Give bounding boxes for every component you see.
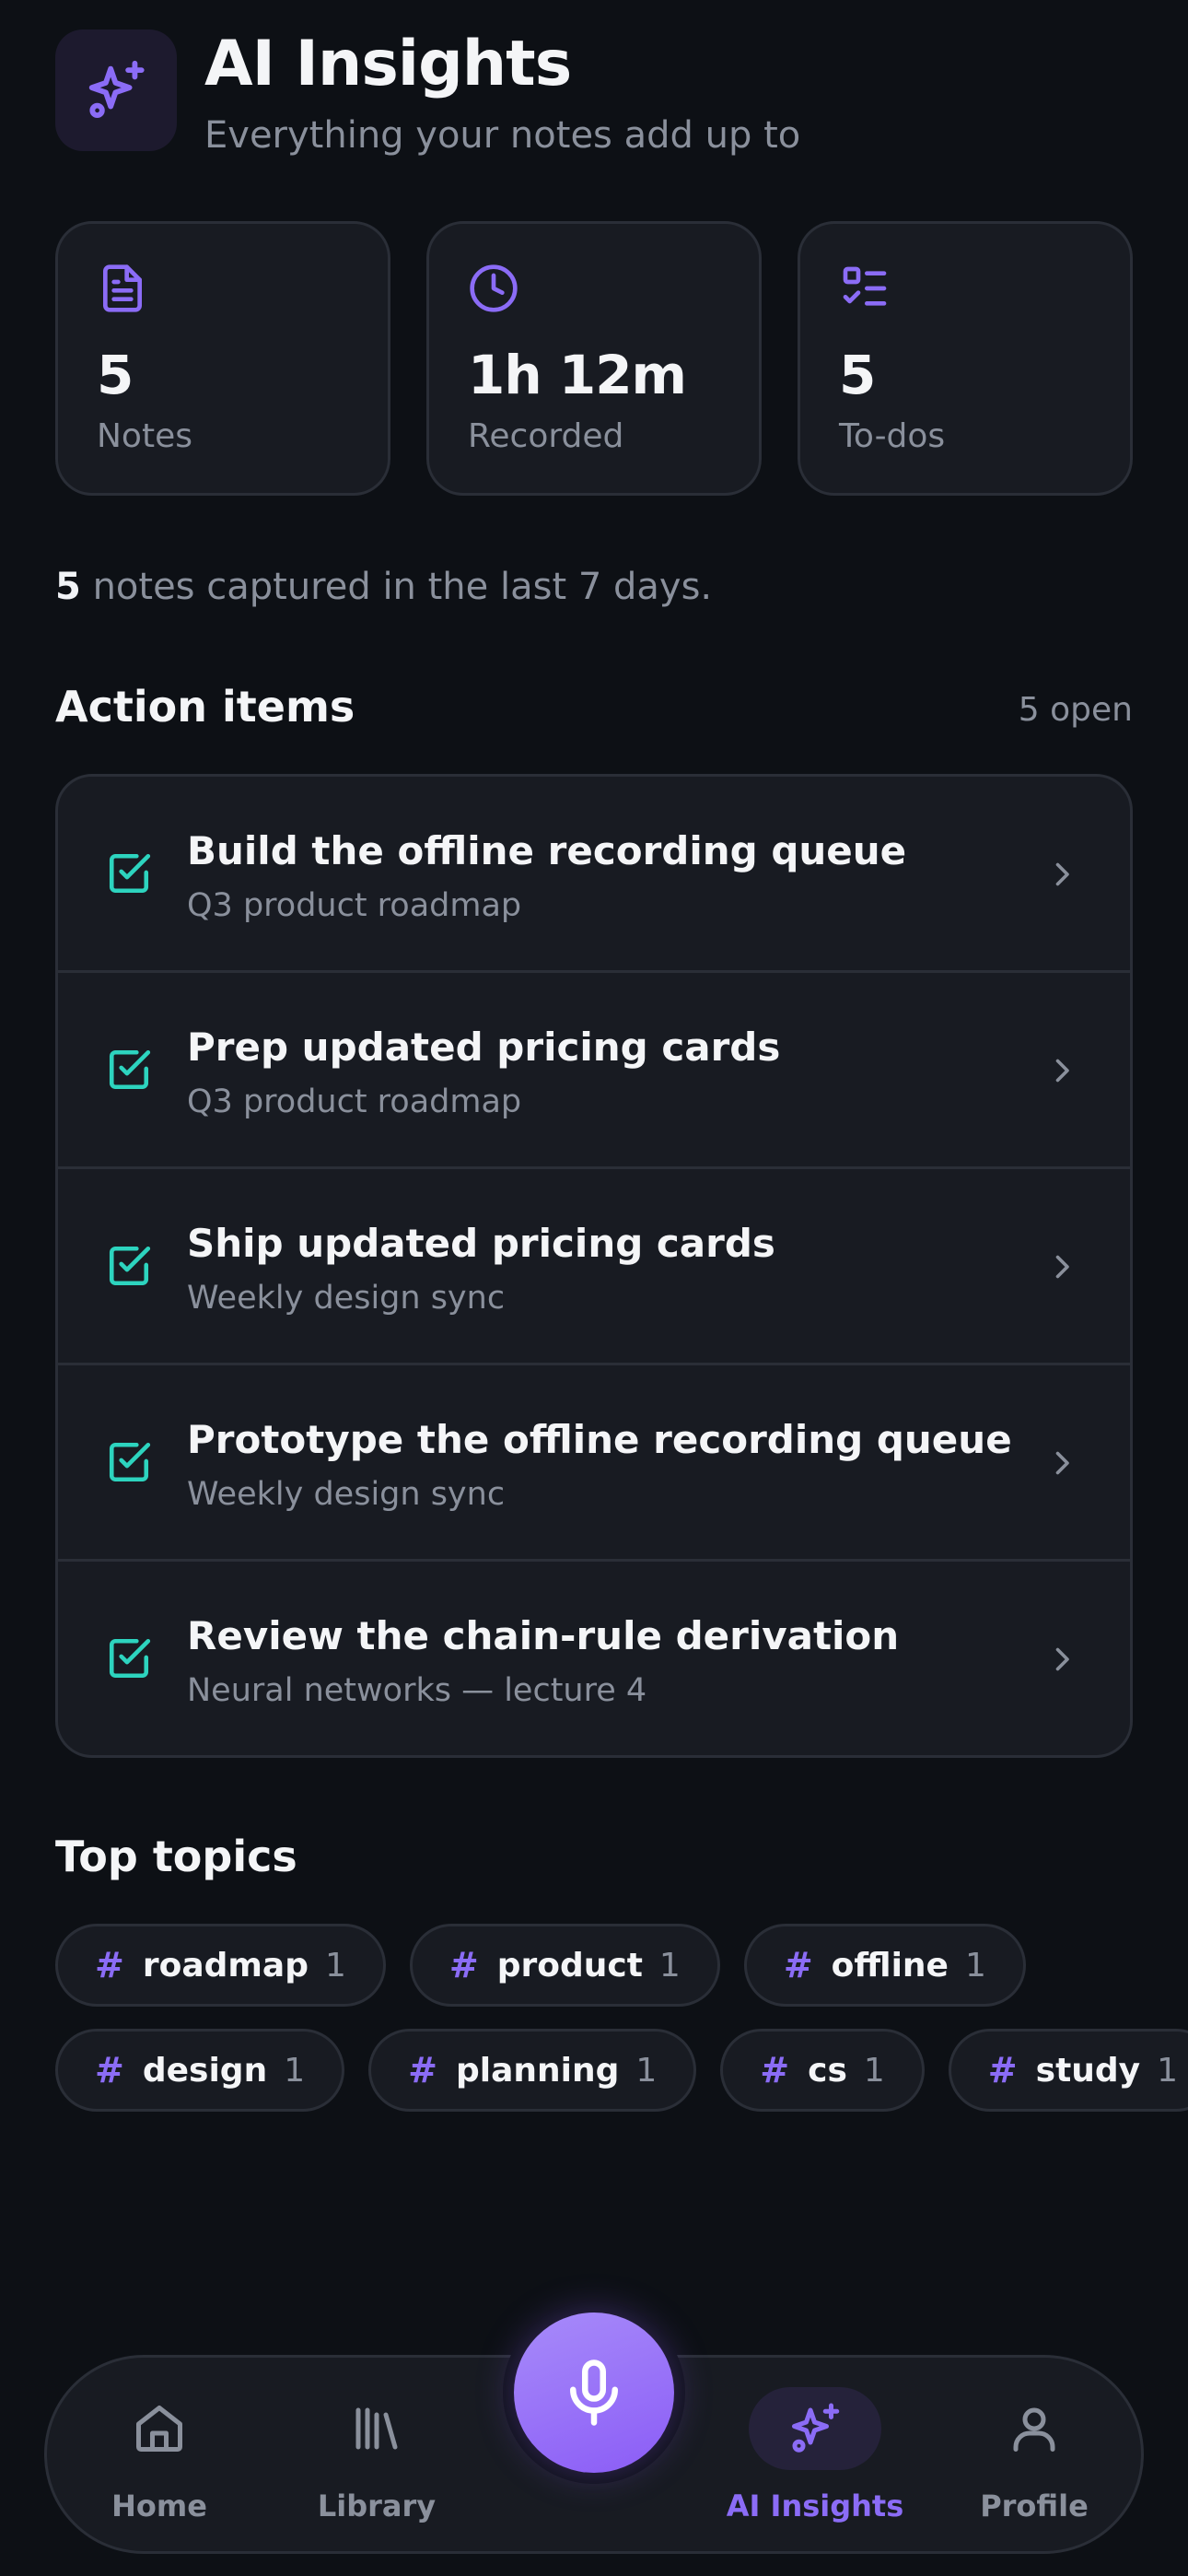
action-item[interactable]: Review the chain-rule derivation Neural … xyxy=(58,1562,1130,1755)
nav-label: Library xyxy=(317,2488,437,2523)
stat-label: To-dos xyxy=(839,417,946,455)
document-icon xyxy=(103,264,143,312)
topic-count: 1 xyxy=(658,1946,681,1985)
topic-name: planning xyxy=(455,2051,620,2090)
topic-chip[interactable]: # study 1 xyxy=(948,2029,1188,2112)
record-button[interactable] xyxy=(514,2313,674,2473)
hashtag-icon: # xyxy=(987,2050,1018,2090)
stat-value: 5 xyxy=(97,344,134,406)
action-item-title: Build the offline recording queue xyxy=(187,828,907,873)
library-icon xyxy=(310,2387,443,2470)
checkbox-checked-icon[interactable] xyxy=(106,1635,152,1681)
topic-chip[interactable]: # planning 1 xyxy=(368,2029,697,2112)
stat-card-notes: 5 Notes xyxy=(55,221,390,496)
chevron-right-icon xyxy=(1055,1451,1069,1475)
nav-label: Home xyxy=(111,2488,207,2523)
action-item-title: Review the chain-rule derivation xyxy=(187,1613,900,1658)
nav-label: AI Insights xyxy=(726,2488,904,2523)
home-icon xyxy=(93,2387,226,2470)
action-item[interactable]: Prep updated pricing cards Q3 product ro… xyxy=(58,973,1130,1169)
nav-item-profile[interactable]: Profile xyxy=(942,2358,1126,2551)
topic-count: 1 xyxy=(863,2051,885,2090)
profile-icon xyxy=(968,2387,1101,2470)
topic-chip[interactable]: # roadmap 1 xyxy=(55,1924,386,2007)
action-item[interactable]: Ship updated pricing cards Weekly design… xyxy=(58,1169,1130,1365)
topic-count: 1 xyxy=(1157,2051,1179,2090)
microphone-icon xyxy=(570,2359,618,2426)
action-item-title: Prototype the offline recording queue xyxy=(187,1417,1012,1462)
sparkles-icon xyxy=(55,29,177,151)
clock-icon xyxy=(470,264,518,312)
summary-count: 5 xyxy=(55,566,81,608)
topic-name: product xyxy=(496,1946,643,1985)
hashtag-icon: # xyxy=(408,2050,437,2090)
chevron-right-icon xyxy=(1055,862,1069,886)
topic-chip[interactable]: # offline 1 xyxy=(743,1924,1026,2007)
weekly-summary: 5 notes captured in the last 7 days. xyxy=(55,566,712,608)
page-title: AI Insights xyxy=(204,28,572,100)
topic-name: design xyxy=(142,2051,268,2090)
topic-count: 1 xyxy=(964,1946,986,1985)
hashtag-icon: # xyxy=(448,1945,479,1985)
nav-label: Profile xyxy=(980,2488,1089,2523)
stat-value: 5 xyxy=(839,344,876,406)
hashtag-icon: # xyxy=(95,2050,124,2090)
chevron-right-icon xyxy=(1055,1059,1069,1083)
topic-row: # design 1 # planning 1 # cs 1 # study 1 xyxy=(55,2029,1188,2112)
action-item[interactable]: Build the offline recording queue Q3 pro… xyxy=(58,777,1130,973)
action-item-source: Q3 product roadmap xyxy=(187,1083,522,1120)
hashtag-icon: # xyxy=(783,1945,813,1985)
hashtag-icon: # xyxy=(760,2050,790,2090)
stat-value: 1h 12m xyxy=(468,344,687,406)
checkbox-checked-icon[interactable] xyxy=(106,1047,152,1093)
open-count: 5 open xyxy=(1018,691,1133,729)
topic-chip[interactable]: # product 1 xyxy=(409,1924,720,2007)
sparkles-icon xyxy=(749,2387,881,2470)
chevron-right-icon xyxy=(1055,1255,1069,1279)
nav-item-home[interactable]: Home xyxy=(67,2358,251,2551)
topic-name: cs xyxy=(808,2051,847,2090)
action-item-source: Q3 product roadmap xyxy=(187,887,522,924)
action-item-title: Prep updated pricing cards xyxy=(187,1025,781,1070)
hashtag-icon: # xyxy=(95,1945,124,1985)
top-topics-title: Top topics xyxy=(55,1832,297,1881)
topic-count: 1 xyxy=(635,2051,658,2090)
nav-item-ai-insights[interactable]: AI Insights xyxy=(723,2358,907,2551)
topic-count: 1 xyxy=(284,2051,306,2090)
checkbox-checked-icon[interactable] xyxy=(106,1243,152,1289)
topics-list: # roadmap 1 # product 1 # offline 1 # de… xyxy=(55,1924,1188,2134)
action-items-list: Build the offline recording queue Q3 pro… xyxy=(55,774,1133,1758)
stat-label: Notes xyxy=(97,417,192,455)
topic-name: offline xyxy=(831,1946,949,1985)
summary-text: notes captured in the last 7 days. xyxy=(92,566,713,608)
topic-count: 1 xyxy=(324,1946,346,1985)
stat-card-todos: 5 To-dos xyxy=(798,221,1133,496)
checklist-icon xyxy=(843,266,887,306)
topic-name: study xyxy=(1035,2051,1141,2090)
stat-label: Recorded xyxy=(468,417,624,455)
action-item-source: Weekly design sync xyxy=(187,1476,506,1513)
topic-name: roadmap xyxy=(142,1946,309,1985)
action-item-source: Neural networks — lecture 4 xyxy=(187,1672,647,1709)
topic-chip[interactable]: # design 1 xyxy=(55,2029,345,2112)
page-header: AI Insights Everything your notes add up… xyxy=(55,28,1133,158)
stats-row: 5 Notes 1h 12m Recorded 5 To-dos xyxy=(55,221,1133,498)
page-subtitle: Everything your notes add up to xyxy=(204,114,801,157)
action-item-source: Weekly design sync xyxy=(187,1280,506,1317)
stat-card-recorded: 1h 12m Recorded xyxy=(426,221,762,496)
action-items-title: Action items xyxy=(55,682,355,732)
checkbox-checked-icon[interactable] xyxy=(106,850,152,896)
action-item-title: Ship updated pricing cards xyxy=(187,1221,775,1266)
nav-item-library[interactable]: Library xyxy=(285,2358,469,2551)
action-item[interactable]: Prototype the offline recording queue We… xyxy=(58,1365,1130,1562)
topic-chip[interactable]: # cs 1 xyxy=(720,2029,925,2112)
chevron-right-icon xyxy=(1055,1647,1069,1671)
checkbox-checked-icon[interactable] xyxy=(106,1439,152,1485)
topic-row: # roadmap 1 # product 1 # offline 1 xyxy=(55,1924,1133,2007)
